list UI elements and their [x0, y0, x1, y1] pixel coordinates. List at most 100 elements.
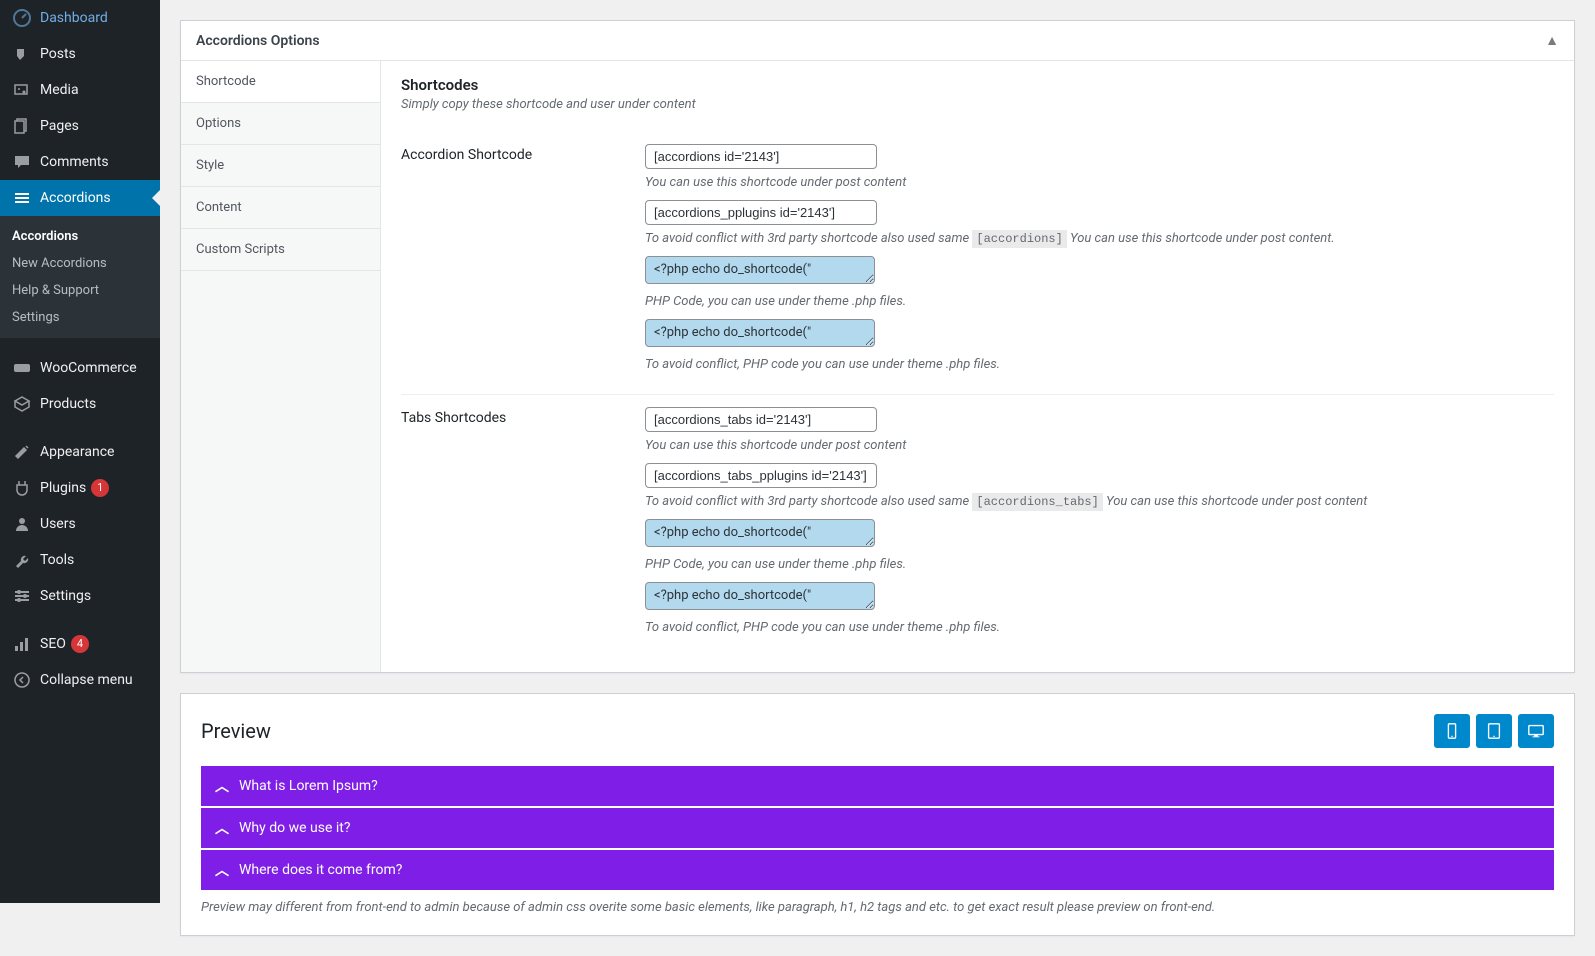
sidebar-label: SEO: [40, 636, 66, 652]
sidebar-label: Settings: [40, 588, 91, 604]
tabs-shortcode-alt-input[interactable]: [645, 463, 877, 488]
sidebar-item-users[interactable]: Users: [0, 506, 160, 542]
sidebar-label: Pages: [40, 118, 79, 134]
preview-note: Preview may different from front-end to …: [201, 900, 1554, 915]
sidebar-item-dashboard[interactable]: Dashboard: [0, 0, 160, 36]
chevron-up-icon: ︿: [215, 818, 229, 838]
accordion-preview-item[interactable]: ︿ What is Lorem Ipsum?: [201, 766, 1554, 806]
device-mobile-button[interactable]: [1434, 714, 1470, 748]
sidebar-item-settings[interactable]: Settings: [0, 578, 160, 614]
field-label: Tabs Shortcodes: [401, 407, 645, 645]
code-snippet: [accordions]: [972, 230, 1066, 248]
sidebar-submenu: Accordions New Accordions Help & Support…: [0, 216, 160, 338]
sidebar-label: Collapse menu: [40, 672, 133, 688]
field-hint: You can use this shortcode under post co…: [645, 438, 1554, 453]
sidebar-item-seo[interactable]: SEO 4: [0, 626, 160, 662]
collapse-icon: [12, 670, 32, 690]
preview-title: Preview: [201, 719, 271, 743]
users-icon: [12, 514, 32, 534]
chevron-up-icon: ︿: [215, 776, 229, 796]
pages-icon: [12, 116, 32, 136]
sidebar-label: Comments: [40, 154, 109, 170]
field-hint: PHP Code, you can use under theme .php f…: [645, 557, 1554, 572]
tab-custom-scripts[interactable]: Custom Scripts: [181, 229, 380, 271]
sidebar-label: Tools: [40, 552, 74, 568]
tab-shortcode[interactable]: Shortcode: [181, 61, 380, 103]
panel-header: Accordions Options ▲: [181, 21, 1574, 61]
field-tabs-shortcode: Tabs Shortcodes You can use this shortco…: [401, 395, 1554, 657]
options-panel: Accordions Options ▲ Shortcode Options S…: [180, 20, 1575, 673]
accordion-shortcode-alt-input[interactable]: [645, 200, 877, 225]
accordion-php-textarea[interactable]: <?php echo do_shortcode(": [645, 256, 875, 284]
accordion-preview-item[interactable]: ︿ Why do we use it?: [201, 808, 1554, 848]
sidebar-item-appearance[interactable]: Appearance: [0, 434, 160, 470]
sidebar-label: Posts: [40, 46, 76, 62]
menu-icon: [12, 188, 32, 208]
accordion-label: What is Lorem Ipsum?: [239, 778, 378, 794]
accordion-shortcode-input[interactable]: [645, 144, 877, 169]
dashboard-icon: [12, 8, 32, 28]
sidebar-subitem-accordions[interactable]: Accordions: [0, 223, 160, 250]
pin-icon: [12, 44, 32, 64]
panel-toggle-icon[interactable]: ▲: [1545, 32, 1559, 49]
tab-options[interactable]: Options: [181, 103, 380, 145]
section-desc: Simply copy these shortcode and user und…: [401, 97, 1554, 112]
main-content: Accordions Options ▲ Shortcode Options S…: [160, 0, 1595, 956]
sidebar-label: Appearance: [40, 444, 114, 460]
sidebar-subitem-new[interactable]: New Accordions: [0, 250, 160, 277]
field-accordion-shortcode: Accordion Shortcode You can use this sho…: [401, 132, 1554, 395]
sidebar-label: Media: [40, 82, 79, 98]
field-hint: To avoid conflict with 3rd party shortco…: [645, 494, 1554, 509]
plugins-icon: [12, 478, 32, 498]
woo-icon: [12, 358, 32, 378]
comments-icon: [12, 152, 32, 172]
field-hint: To avoid conflict, PHP code you can use …: [645, 620, 1554, 635]
field-hint: PHP Code, you can use under theme .php f…: [645, 294, 1554, 309]
sidebar-label: Products: [40, 396, 96, 412]
sidebar-item-comments[interactable]: Comments: [0, 144, 160, 180]
seo-icon: [12, 634, 32, 654]
tabs-shortcode-input[interactable]: [645, 407, 877, 432]
field-label: Accordion Shortcode: [401, 144, 645, 382]
sidebar-item-tools[interactable]: Tools: [0, 542, 160, 578]
sidebar-item-accordions[interactable]: Accordions: [0, 180, 160, 216]
tabs-nav: Shortcode Options Style Content Custom S…: [181, 61, 381, 672]
tab-content[interactable]: Content: [181, 187, 380, 229]
field-hint: To avoid conflict, PHP code you can use …: [645, 357, 1554, 372]
products-icon: [12, 394, 32, 414]
sidebar-item-plugins[interactable]: Plugins 1: [0, 470, 160, 506]
accordion-label: Why do we use it?: [239, 820, 350, 836]
tab-content-area: Shortcodes Simply copy these shortcode a…: [381, 61, 1574, 672]
field-hint: To avoid conflict with 3rd party shortco…: [645, 231, 1554, 246]
sidebar-subitem-help[interactable]: Help & Support: [0, 277, 160, 304]
tab-style[interactable]: Style: [181, 145, 380, 187]
plugins-badge: 1: [91, 479, 109, 497]
device-desktop-button[interactable]: [1518, 714, 1554, 748]
panel-title: Accordions Options: [196, 33, 320, 49]
settings-icon: [12, 586, 32, 606]
accordion-preview-item[interactable]: ︿ Where does it come from?: [201, 850, 1554, 890]
appearance-icon: [12, 442, 32, 462]
accordion-label: Where does it come from?: [239, 862, 402, 878]
tabs-php-textarea[interactable]: <?php echo do_shortcode(": [645, 519, 875, 547]
tabs-php-alt-textarea[interactable]: <?php echo do_shortcode(": [645, 582, 875, 610]
section-title: Shortcodes: [401, 76, 1554, 94]
sidebar-label: Accordions: [40, 190, 111, 206]
sidebar-item-posts[interactable]: Posts: [0, 36, 160, 72]
accordion-php-alt-textarea[interactable]: <?php echo do_shortcode(": [645, 319, 875, 347]
sidebar-label: Users: [40, 516, 76, 532]
sidebar-item-collapse[interactable]: Collapse menu: [0, 662, 160, 698]
sidebar-item-pages[interactable]: Pages: [0, 108, 160, 144]
sidebar-item-products[interactable]: Products: [0, 386, 160, 422]
sidebar-item-media[interactable]: Media: [0, 72, 160, 108]
device-tablet-button[interactable]: [1476, 714, 1512, 748]
code-snippet: [accordions_tabs]: [972, 493, 1102, 511]
sidebar-label: WooCommerce: [40, 360, 137, 376]
sidebar-item-woocommerce[interactable]: WooCommerce: [0, 350, 160, 386]
media-icon: [12, 80, 32, 100]
device-buttons: [1434, 714, 1554, 748]
tools-icon: [12, 550, 32, 570]
sidebar-subitem-settings[interactable]: Settings: [0, 304, 160, 331]
field-hint: You can use this shortcode under post co…: [645, 175, 1554, 190]
sidebar-label: Plugins: [40, 480, 86, 496]
